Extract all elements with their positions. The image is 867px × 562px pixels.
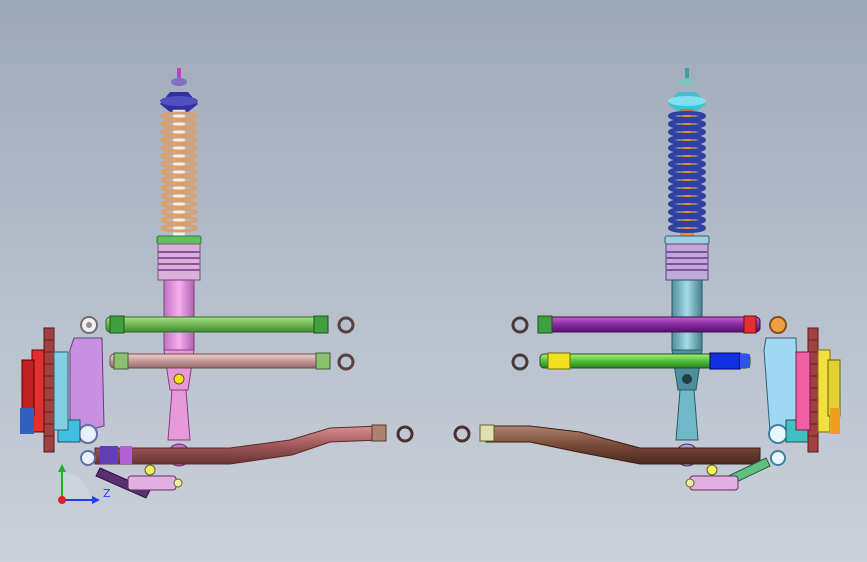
left-top-mount[interactable] (160, 68, 198, 112)
right-upper-link[interactable] (511, 315, 787, 334)
right-mid-link[interactable] (511, 352, 751, 371)
left-suspension[interactable] (20, 68, 414, 499)
left-coil-spring[interactable] (160, 109, 198, 241)
left-damper-body[interactable] (156, 235, 202, 467)
left-lower-arm[interactable] (94, 424, 414, 465)
left-mid-link[interactable] (109, 352, 355, 371)
cad-viewport[interactable]: Z (0, 0, 867, 562)
right-coil-spring[interactable] (668, 109, 706, 241)
right-suspension[interactable] (453, 68, 841, 491)
right-lower-arm[interactable] (453, 424, 761, 465)
triad-z-label: Z (103, 487, 111, 500)
left-upper-link[interactable] (80, 315, 355, 334)
right-top-mount[interactable] (668, 68, 706, 112)
x-axis-icon (58, 496, 66, 504)
right-damper-body[interactable] (664, 235, 710, 467)
